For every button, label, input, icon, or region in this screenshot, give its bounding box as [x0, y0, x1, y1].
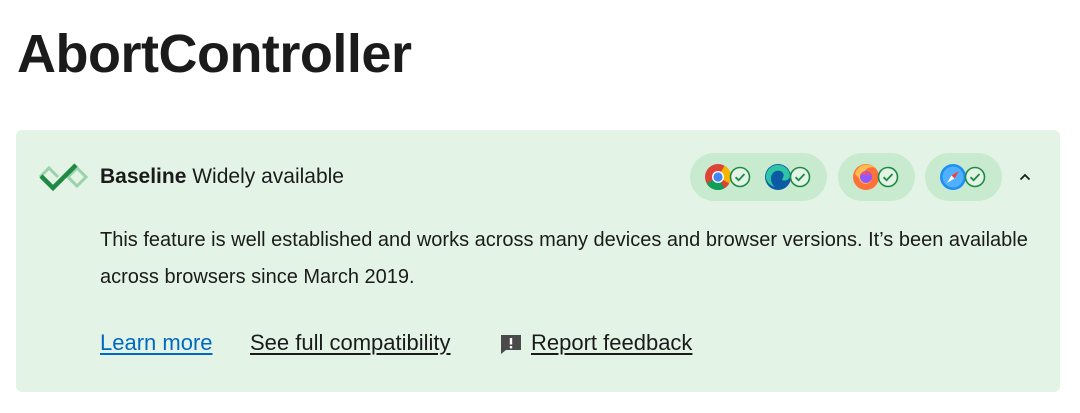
browser-group-firefox [838, 153, 915, 201]
check-circle-icon [729, 166, 751, 188]
browser-support-safari [938, 162, 990, 192]
check-circle-icon [789, 166, 811, 188]
baseline-heading: Baseline Widely available [100, 164, 344, 190]
page-title: AbortController [17, 24, 412, 84]
baseline-description: This feature is well established and wor… [100, 229, 1028, 288]
baseline-header: Baseline Widely available [16, 152, 1060, 202]
chevron-up-icon[interactable] [1012, 164, 1038, 190]
browser-support-chrome [703, 162, 755, 192]
browser-group-chrome-edge [690, 153, 827, 201]
browser-support-edge [763, 162, 815, 192]
browser-group-safari [925, 153, 1002, 201]
full-compatibility-link[interactable]: See full compatibility [250, 330, 451, 356]
feedback-icon [501, 335, 521, 354]
baseline-label: Baseline [100, 165, 187, 188]
baseline-card: Baseline Widely available This feature i… [16, 130, 1060, 392]
learn-more-link[interactable]: Learn more [100, 330, 213, 356]
browser-support-firefox [851, 162, 903, 192]
check-circle-icon [964, 166, 986, 188]
report-feedback-link[interactable]: Report feedback [531, 330, 692, 356]
baseline-status: Widely available [192, 165, 344, 188]
check-circle-icon [877, 166, 899, 188]
baseline-check-logo-icon [38, 163, 89, 192]
baseline-links: Learn more See full compatibility Report… [100, 322, 1000, 362]
